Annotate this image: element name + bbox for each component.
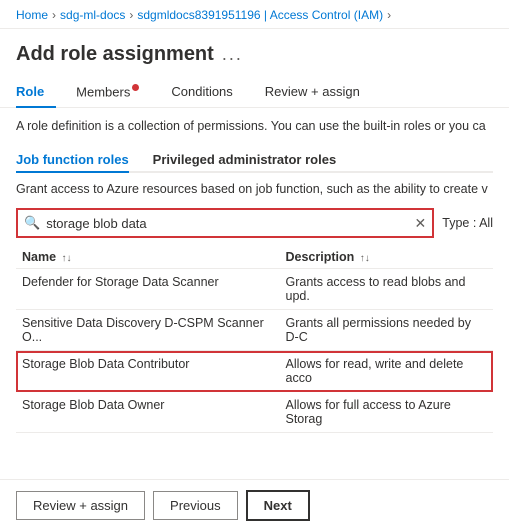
row-description: Allows for read, write and delete acco [280,351,494,392]
search-icon: 🔍 [24,215,40,231]
role-description: A role definition is a collection of per… [16,118,493,136]
row-name: Storage Blob Data Contributor [16,351,280,392]
breadcrumb-sep-2: › [129,8,133,22]
name-sort-icon: ↑↓ [62,253,72,264]
search-box[interactable]: 🔍 ✕ [16,208,434,238]
results-table: Name ↑↓ Description ↑↓ Defender for Stor… [16,246,493,433]
sub-tab-privileged-admin[interactable]: Privileged administrator roles [153,148,337,173]
sub-tabs: Job function roles Privileged administra… [16,148,493,173]
tab-conditions[interactable]: Conditions [171,74,244,107]
breadcrumb-iam[interactable]: sdgmldocs8391951196 | Access Control (IA… [137,8,383,22]
table-row[interactable]: Storage Blob Data Owner Allows for full … [16,392,493,433]
members-dot [132,84,139,91]
tab-review-assign[interactable]: Review + assign [265,74,372,107]
row-name: Sensitive Data Discovery D-CSPM Scanner … [16,310,280,351]
tab-role[interactable]: Role [16,74,56,107]
row-description: Grants access to read blobs and upd. [280,269,494,310]
previous-button[interactable]: Previous [153,491,238,520]
content-area: A role definition is a collection of per… [0,108,509,433]
breadcrumb-sep-3: › [387,8,391,22]
row-name: Storage Blob Data Owner [16,392,280,433]
search-input[interactable] [46,216,408,231]
breadcrumb-sep-1: › [52,8,56,22]
table-row-selected[interactable]: Storage Blob Data Contributor Allows for… [16,351,493,392]
breadcrumb-sdg-ml-docs[interactable]: sdg-ml-docs [60,8,125,22]
tabs-bar: Role Members Conditions Review + assign [0,74,509,108]
breadcrumb-home[interactable]: Home [16,8,48,22]
next-button[interactable]: Next [246,490,310,521]
sub-tab-job-function[interactable]: Job function roles [16,148,129,173]
col-name[interactable]: Name ↑↓ [16,246,280,269]
row-description: Allows for full access to Azure Storag [280,392,494,433]
page-title: Add role assignment [16,43,214,66]
footer-bar: Review + assign Previous Next [0,479,509,531]
desc-sort-icon: ↑↓ [360,253,370,264]
sub-description: Grant access to Azure resources based on… [16,181,493,199]
breadcrumb: Home › sdg-ml-docs › sdgmldocs8391951196… [0,0,509,29]
table-row[interactable]: Sensitive Data Discovery D-CSPM Scanner … [16,310,493,351]
row-name: Defender for Storage Data Scanner [16,269,280,310]
col-description[interactable]: Description ↑↓ [280,246,494,269]
clear-search-icon[interactable]: ✕ [415,215,427,232]
page-header: Add role assignment ... [0,29,509,74]
type-filter-badge[interactable]: Type : All [442,216,493,230]
table-row[interactable]: Defender for Storage Data Scanner Grants… [16,269,493,310]
row-description: Grants all permissions needed by D-C [280,310,494,351]
search-row: 🔍 ✕ Type : All [16,208,493,238]
tab-members[interactable]: Members [76,74,151,107]
review-assign-button[interactable]: Review + assign [16,491,145,520]
more-options-icon[interactable]: ... [222,44,243,65]
